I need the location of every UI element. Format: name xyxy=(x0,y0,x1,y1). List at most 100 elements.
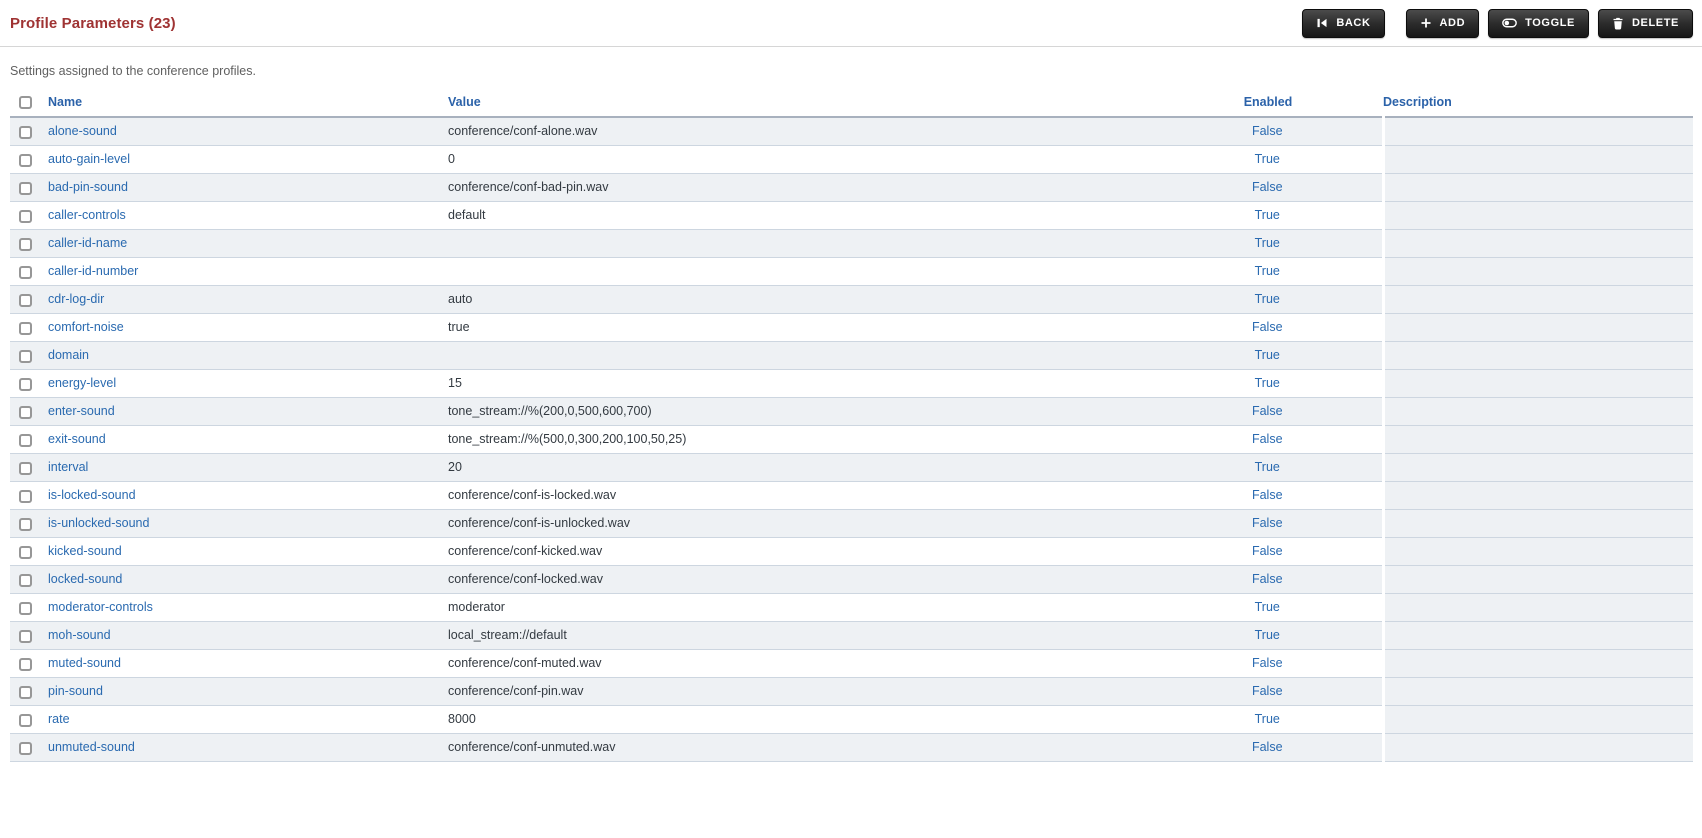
parameter-name-link[interactable]: alone-sound xyxy=(48,124,117,138)
parameter-name-link[interactable]: muted-sound xyxy=(48,656,121,670)
parameter-enabled-link[interactable]: True xyxy=(1255,348,1280,362)
row-checkbox[interactable] xyxy=(19,125,32,139)
parameter-enabled-link[interactable]: False xyxy=(1252,488,1283,502)
column-header-enabled[interactable]: Enabled xyxy=(1153,87,1383,118)
parameter-name-link[interactable]: unmuted-sound xyxy=(48,740,135,754)
row-checkbox[interactable] xyxy=(19,685,32,699)
parameter-name-link[interactable]: moh-sound xyxy=(48,628,111,642)
parameter-value: conference/conf-locked.wav xyxy=(448,565,1153,594)
parameter-description xyxy=(1381,621,1693,650)
row-checkbox[interactable] xyxy=(19,377,32,391)
table-row: caller-controls default True xyxy=(10,201,1693,230)
row-checkbox[interactable] xyxy=(19,433,32,447)
row-checkbox[interactable] xyxy=(19,321,32,335)
table-row: interval 20 True xyxy=(10,453,1693,482)
row-checkbox[interactable] xyxy=(19,517,32,531)
row-checkbox[interactable] xyxy=(19,601,32,615)
parameter-enabled-link[interactable]: False xyxy=(1252,180,1283,194)
parameter-name-link[interactable]: cdr-log-dir xyxy=(48,292,104,306)
parameter-enabled-link[interactable]: True xyxy=(1255,152,1280,166)
parameters-table: Name Value Enabled Description alone-sou… xyxy=(10,87,1693,762)
row-checkbox-cell xyxy=(10,257,48,286)
parameter-name-link[interactable]: locked-sound xyxy=(48,572,122,586)
parameter-name-link[interactable]: caller-id-name xyxy=(48,236,127,250)
parameter-enabled-link[interactable]: False xyxy=(1252,124,1283,138)
row-checkbox[interactable] xyxy=(19,237,32,251)
parameter-enabled-link[interactable]: True xyxy=(1255,236,1280,250)
parameter-name-link[interactable]: interval xyxy=(48,460,88,474)
parameter-name-link[interactable]: is-unlocked-sound xyxy=(48,516,149,530)
back-button[interactable]: BACK xyxy=(1302,8,1385,38)
parameter-name-link[interactable]: moderator-controls xyxy=(48,600,153,614)
column-header-value[interactable]: Value xyxy=(448,87,1153,118)
parameter-enabled-link[interactable]: True xyxy=(1255,460,1280,474)
column-header-description[interactable]: Description xyxy=(1383,87,1693,118)
row-checkbox[interactable] xyxy=(19,153,32,167)
row-checkbox-cell xyxy=(10,117,48,146)
row-checkbox[interactable] xyxy=(19,545,32,559)
parameter-enabled-link[interactable]: False xyxy=(1252,740,1283,754)
column-header-name[interactable]: Name xyxy=(48,87,448,118)
table-row: pin-sound conference/conf-pin.wav False xyxy=(10,677,1693,706)
parameter-name-link[interactable]: kicked-sound xyxy=(48,544,122,558)
parameter-name-link[interactable]: pin-sound xyxy=(48,684,103,698)
row-checkbox[interactable] xyxy=(19,573,32,587)
parameter-name-link[interactable]: exit-sound xyxy=(48,432,106,446)
row-checkbox[interactable] xyxy=(19,489,32,503)
parameter-enabled-link[interactable]: False xyxy=(1252,656,1283,670)
row-checkbox[interactable] xyxy=(19,713,32,727)
parameter-enabled-link[interactable]: False xyxy=(1252,432,1283,446)
toggle-button[interactable]: TOGGLE xyxy=(1488,8,1589,38)
delete-button[interactable]: DELETE xyxy=(1598,8,1693,38)
parameter-value: conference/conf-bad-pin.wav xyxy=(448,173,1153,202)
row-checkbox[interactable] xyxy=(19,629,32,643)
parameter-enabled-link[interactable]: True xyxy=(1255,292,1280,306)
row-checkbox[interactable] xyxy=(19,349,32,363)
row-checkbox[interactable] xyxy=(19,741,32,755)
table-row: exit-sound tone_stream://%(500,0,300,200… xyxy=(10,425,1693,454)
parameter-enabled-link[interactable]: False xyxy=(1252,516,1283,530)
row-checkbox-cell xyxy=(10,341,48,370)
parameter-enabled-link[interactable]: False xyxy=(1252,404,1283,418)
parameter-name-link[interactable]: energy-level xyxy=(48,376,116,390)
parameter-name-link[interactable]: is-locked-sound xyxy=(48,488,136,502)
add-button[interactable]: ADD xyxy=(1405,8,1480,38)
parameter-enabled-link[interactable]: True xyxy=(1255,208,1280,222)
parameter-name-link[interactable]: bad-pin-sound xyxy=(48,180,128,194)
parameter-name-link[interactable]: caller-id-number xyxy=(48,264,138,278)
parameter-name-link[interactable]: auto-gain-level xyxy=(48,152,130,166)
row-checkbox[interactable] xyxy=(19,405,32,419)
row-checkbox-cell xyxy=(10,621,48,650)
parameter-enabled-link[interactable]: False xyxy=(1252,684,1283,698)
parameter-description xyxy=(1381,481,1693,510)
parameter-name-link[interactable]: domain xyxy=(48,348,89,362)
parameter-description xyxy=(1381,285,1693,314)
parameter-value: conference/conf-pin.wav xyxy=(448,677,1153,706)
row-checkbox[interactable] xyxy=(19,209,32,223)
parameter-enabled-link[interactable]: False xyxy=(1252,572,1283,586)
parameter-description xyxy=(1381,453,1693,482)
parameter-value: tone_stream://%(200,0,500,600,700) xyxy=(448,397,1153,426)
row-checkbox[interactable] xyxy=(19,265,32,279)
parameter-name-link[interactable]: enter-sound xyxy=(48,404,115,418)
header-checkbox-cell xyxy=(10,87,48,118)
row-checkbox[interactable] xyxy=(19,657,32,671)
row-checkbox[interactable] xyxy=(19,461,32,475)
parameter-name-link[interactable]: rate xyxy=(48,712,70,726)
parameter-name-link[interactable]: comfort-noise xyxy=(48,320,124,334)
row-checkbox[interactable] xyxy=(19,293,32,307)
row-checkbox-cell xyxy=(10,565,48,594)
parameter-enabled-link[interactable]: False xyxy=(1252,544,1283,558)
parameter-enabled-link[interactable]: False xyxy=(1252,320,1283,334)
parameter-enabled-link[interactable]: True xyxy=(1255,628,1280,642)
parameter-enabled-link[interactable]: True xyxy=(1255,264,1280,278)
table-row: moh-sound local_stream://default True xyxy=(10,621,1693,650)
parameter-enabled-link[interactable]: True xyxy=(1255,376,1280,390)
parameter-enabled-link[interactable]: True xyxy=(1255,600,1280,614)
select-all-checkbox[interactable] xyxy=(19,96,32,110)
parameter-enabled-link[interactable]: True xyxy=(1255,712,1280,726)
row-checkbox[interactable] xyxy=(19,181,32,195)
parameter-name-link[interactable]: caller-controls xyxy=(48,208,126,222)
row-checkbox-cell xyxy=(10,285,48,314)
parameter-description xyxy=(1381,537,1693,566)
